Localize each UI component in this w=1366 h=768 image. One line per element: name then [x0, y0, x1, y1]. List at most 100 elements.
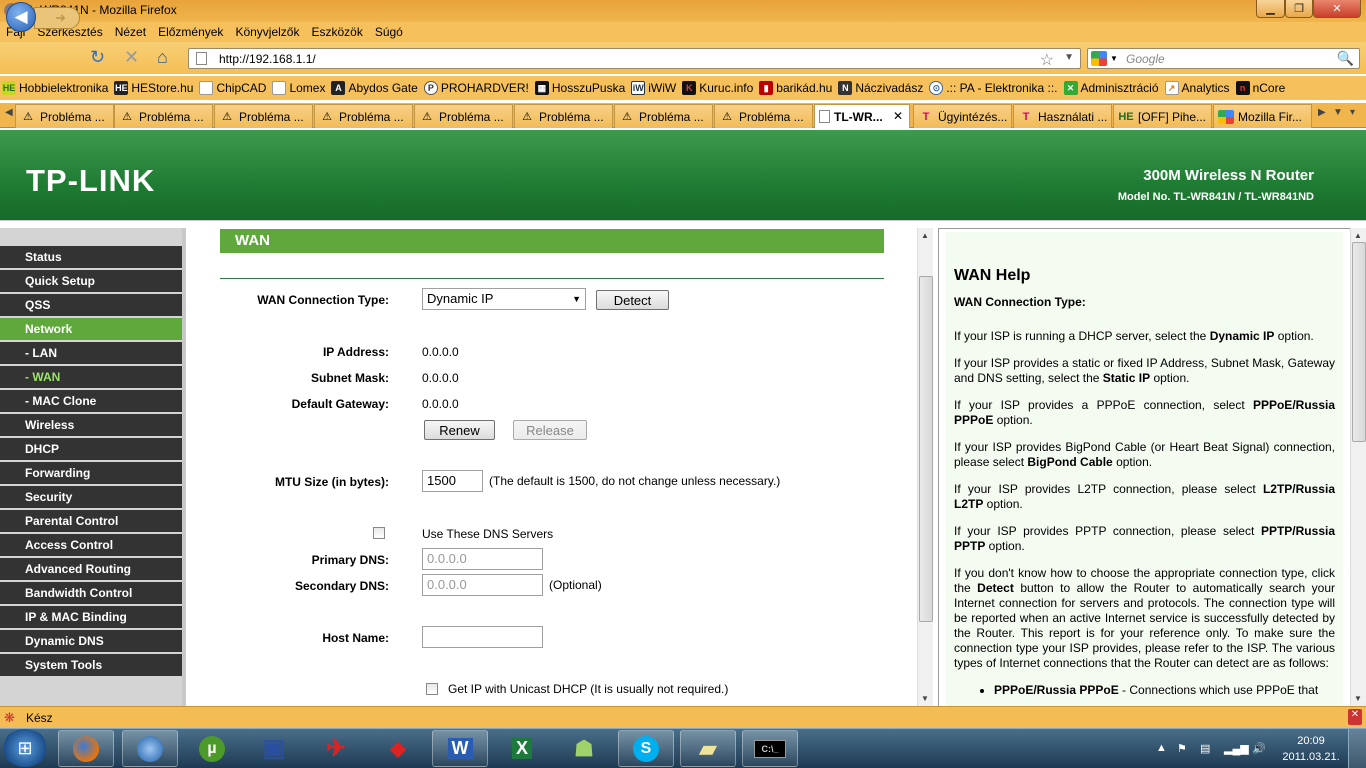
tab-mozilla[interactable]: Mozilla Fir... [1213, 104, 1312, 128]
host-name-input[interactable] [422, 626, 543, 648]
google-icon[interactable] [1091, 51, 1107, 66]
bookmark-hestore[interactable]: HE HEStore.hu [114, 81, 193, 95]
bookmark-lomex[interactable]: Lomex [272, 81, 325, 95]
use-dns-servers-checkbox[interactable] [373, 527, 385, 539]
menu-help[interactable]: Súgó [375, 25, 403, 39]
bookmark-ncore[interactable]: n nCore [1235, 81, 1285, 95]
bookmark-adminisztracio[interactable]: ✕ Adminisztráció [1063, 81, 1159, 95]
scrollbar-thumb[interactable] [1352, 242, 1366, 442]
tab-problema-4[interactable]: ⚠ Probléma ... [314, 104, 413, 128]
home-icon[interactable]: ⌂ [157, 48, 168, 66]
sidebar-item-access-control[interactable]: Access Control [0, 534, 182, 558]
bookmark-hobbielektronika[interactable]: HE Hobbielektronika [2, 81, 108, 95]
taskbar-clock[interactable]: 20:09 2011.03.21. [1281, 733, 1341, 765]
bookmark-star-icon[interactable]: ☆ [1040, 50, 1054, 70]
tab-tl-wr[interactable]: TL-WR... ✕ [814, 104, 910, 128]
tab-list-icon[interactable]: ▼ [1333, 107, 1343, 118]
sidebar-item-dynamic-dns[interactable]: Dynamic DNS [0, 630, 182, 654]
show-desktop-button[interactable] [1348, 729, 1366, 768]
tab-problema-6[interactable]: ⚠ Probléma ... [514, 104, 613, 128]
bookmark-abydos-gate[interactable]: A Abydos Gate [331, 81, 418, 95]
menu-bookmarks[interactable]: Könyvjelzők [235, 25, 299, 39]
tab-problema-1[interactable]: ⚠ Probléma ... [15, 104, 114, 128]
url-input[interactable]: http://192.168.1.1/ ☆ ▼ [188, 48, 1081, 69]
sidebar-item-forwarding[interactable]: Forwarding [0, 462, 182, 486]
stop-icon[interactable]: ✕ [124, 48, 139, 66]
sidebar-item-wireless[interactable]: Wireless [0, 414, 182, 438]
taskbar-network[interactable]: ☗ [556, 730, 612, 767]
tab-hasznalati[interactable]: T Használati ... [1013, 104, 1112, 128]
taskbar-mplab[interactable]: ◆ [370, 730, 426, 767]
mtu-size-input[interactable]: 1500 [422, 470, 483, 492]
tab-problema-3[interactable]: ⚠ Probléma ... [214, 104, 313, 128]
tab-scroll-left-icon[interactable]: ◀ [5, 107, 13, 118]
menu-view[interactable]: Nézet [115, 25, 146, 39]
taskbar-cmd[interactable]: C:\_ [742, 730, 798, 767]
scroll-up-icon[interactable]: ▲ [921, 231, 929, 240]
bookmark-barikad[interactable]: ▮ barikád.hu [759, 81, 832, 95]
tab-ugyintezes[interactable]: T Ügyintézés... [913, 104, 1012, 128]
unicast-dhcp-checkbox[interactable] [426, 683, 438, 695]
taskbar-notes[interactable]: ▰ [680, 730, 736, 767]
sidebar-item-security[interactable]: Security [0, 486, 182, 510]
sidebar-item-wan[interactable]: - WAN [0, 366, 182, 390]
renew-button[interactable]: Renew [424, 420, 495, 440]
wan-connection-type-select[interactable]: Dynamic IP ▼ [422, 288, 586, 310]
bookmark-iwiw[interactable]: iW iWiW [631, 81, 676, 95]
main-scrollbar[interactable]: ▲ ▼ [917, 228, 933, 706]
menu-tools[interactable]: Eszközök [311, 25, 362, 39]
detect-button[interactable]: Detect [596, 290, 669, 310]
bookmark-pa-elektronika[interactable]: ⊙.:: PA - Elektronika ::. [929, 81, 1058, 95]
tab-problema-5[interactable]: ⚠ Probléma ... [414, 104, 513, 128]
reload-icon[interactable]: ↻ [90, 48, 105, 66]
tab-problema-8[interactable]: ⚠ Probléma ... [714, 104, 813, 128]
bookmark-kuruc[interactable]: K Kuruc.info [682, 81, 753, 95]
sidebar-item-lan[interactable]: - LAN [0, 342, 182, 366]
maximize-button[interactable]: ❐ [1285, 0, 1313, 18]
sidebar-item-quick-setup[interactable]: Quick Setup [0, 270, 182, 294]
tray-expand-icon[interactable]: ▲ [1156, 742, 1167, 754]
taskbar-word[interactable]: W [432, 730, 488, 767]
search-icon[interactable]: 🔍 [1337, 50, 1354, 67]
menu-history[interactable]: Előzmények [158, 25, 223, 39]
tab-overflow-icon[interactable]: ▾ [1350, 107, 1355, 118]
close-window-button[interactable]: ✕ [1313, 0, 1361, 18]
addon-icon[interactable]: ✕ [1348, 709, 1362, 725]
signal-icon[interactable]: ▂▄▆ [1224, 742, 1249, 755]
forward-button[interactable]: ➜ [34, 7, 80, 29]
bookmark-analytics[interactable]: ↗ Analytics [1164, 81, 1230, 95]
sidebar-item-qss[interactable]: QSS [0, 294, 182, 318]
sidebar-item-ip-mac-binding[interactable]: IP & MAC Binding [0, 606, 182, 630]
bookmark-hosszupuska[interactable]: ▦ HosszuPuska [534, 81, 625, 95]
taskbar-skype[interactable]: S [618, 730, 674, 767]
scroll-up-icon[interactable]: ▲ [1354, 231, 1362, 240]
taskbar-thunderbird[interactable] [122, 730, 178, 767]
tab-problema-2[interactable]: ⚠ Probléma ... [114, 104, 213, 128]
sidebar-item-status[interactable]: Status [0, 246, 182, 270]
taskbar-save[interactable]: ▣ [246, 730, 302, 767]
search-engine-dropdown-icon[interactable]: ▼ [1110, 54, 1118, 63]
taskbar-app-red[interactable]: ✈ [308, 730, 364, 767]
minimize-button[interactable]: ▁ [1256, 0, 1285, 18]
bookmark-chipcad[interactable]: ChipCAD [199, 81, 266, 95]
scroll-down-icon[interactable]: ▼ [921, 694, 929, 703]
taskbar-excel[interactable]: X [494, 730, 550, 767]
sidebar-item-bandwidth-control[interactable]: Bandwidth Control [0, 582, 182, 606]
bookmark-prohardver[interactable]: P PROHARDVER! [423, 81, 529, 95]
tab-scroll-right-icon[interactable]: ▶ [1318, 107, 1326, 118]
start-button[interactable]: ⊞ [2, 729, 48, 767]
taskbar-utorrent[interactable]: µ [184, 730, 240, 767]
taskbar-firefox[interactable] [58, 730, 114, 767]
scrollbar-thumb[interactable] [919, 276, 933, 622]
flag-icon[interactable]: ⚑ [1177, 742, 1187, 755]
search-input[interactable]: ▼ Google 🔍 [1087, 48, 1360, 69]
network-icon[interactable]: ▤ [1200, 742, 1210, 755]
back-button[interactable]: ◀ [6, 2, 36, 32]
tab-problema-7[interactable]: ⚠ Probléma ... [614, 104, 713, 128]
help-scrollbar[interactable]: ▲ ▼ [1350, 228, 1366, 706]
secondary-dns-input[interactable]: 0.0.0.0 [422, 574, 543, 596]
tab-off-pihe[interactable]: HE [OFF] Pihe... [1113, 104, 1212, 128]
sidebar-item-mac-clone[interactable]: - MAC Clone [0, 390, 182, 414]
sidebar-item-parental-control[interactable]: Parental Control [0, 510, 182, 534]
url-dropdown-icon[interactable]: ▼ [1064, 52, 1074, 63]
